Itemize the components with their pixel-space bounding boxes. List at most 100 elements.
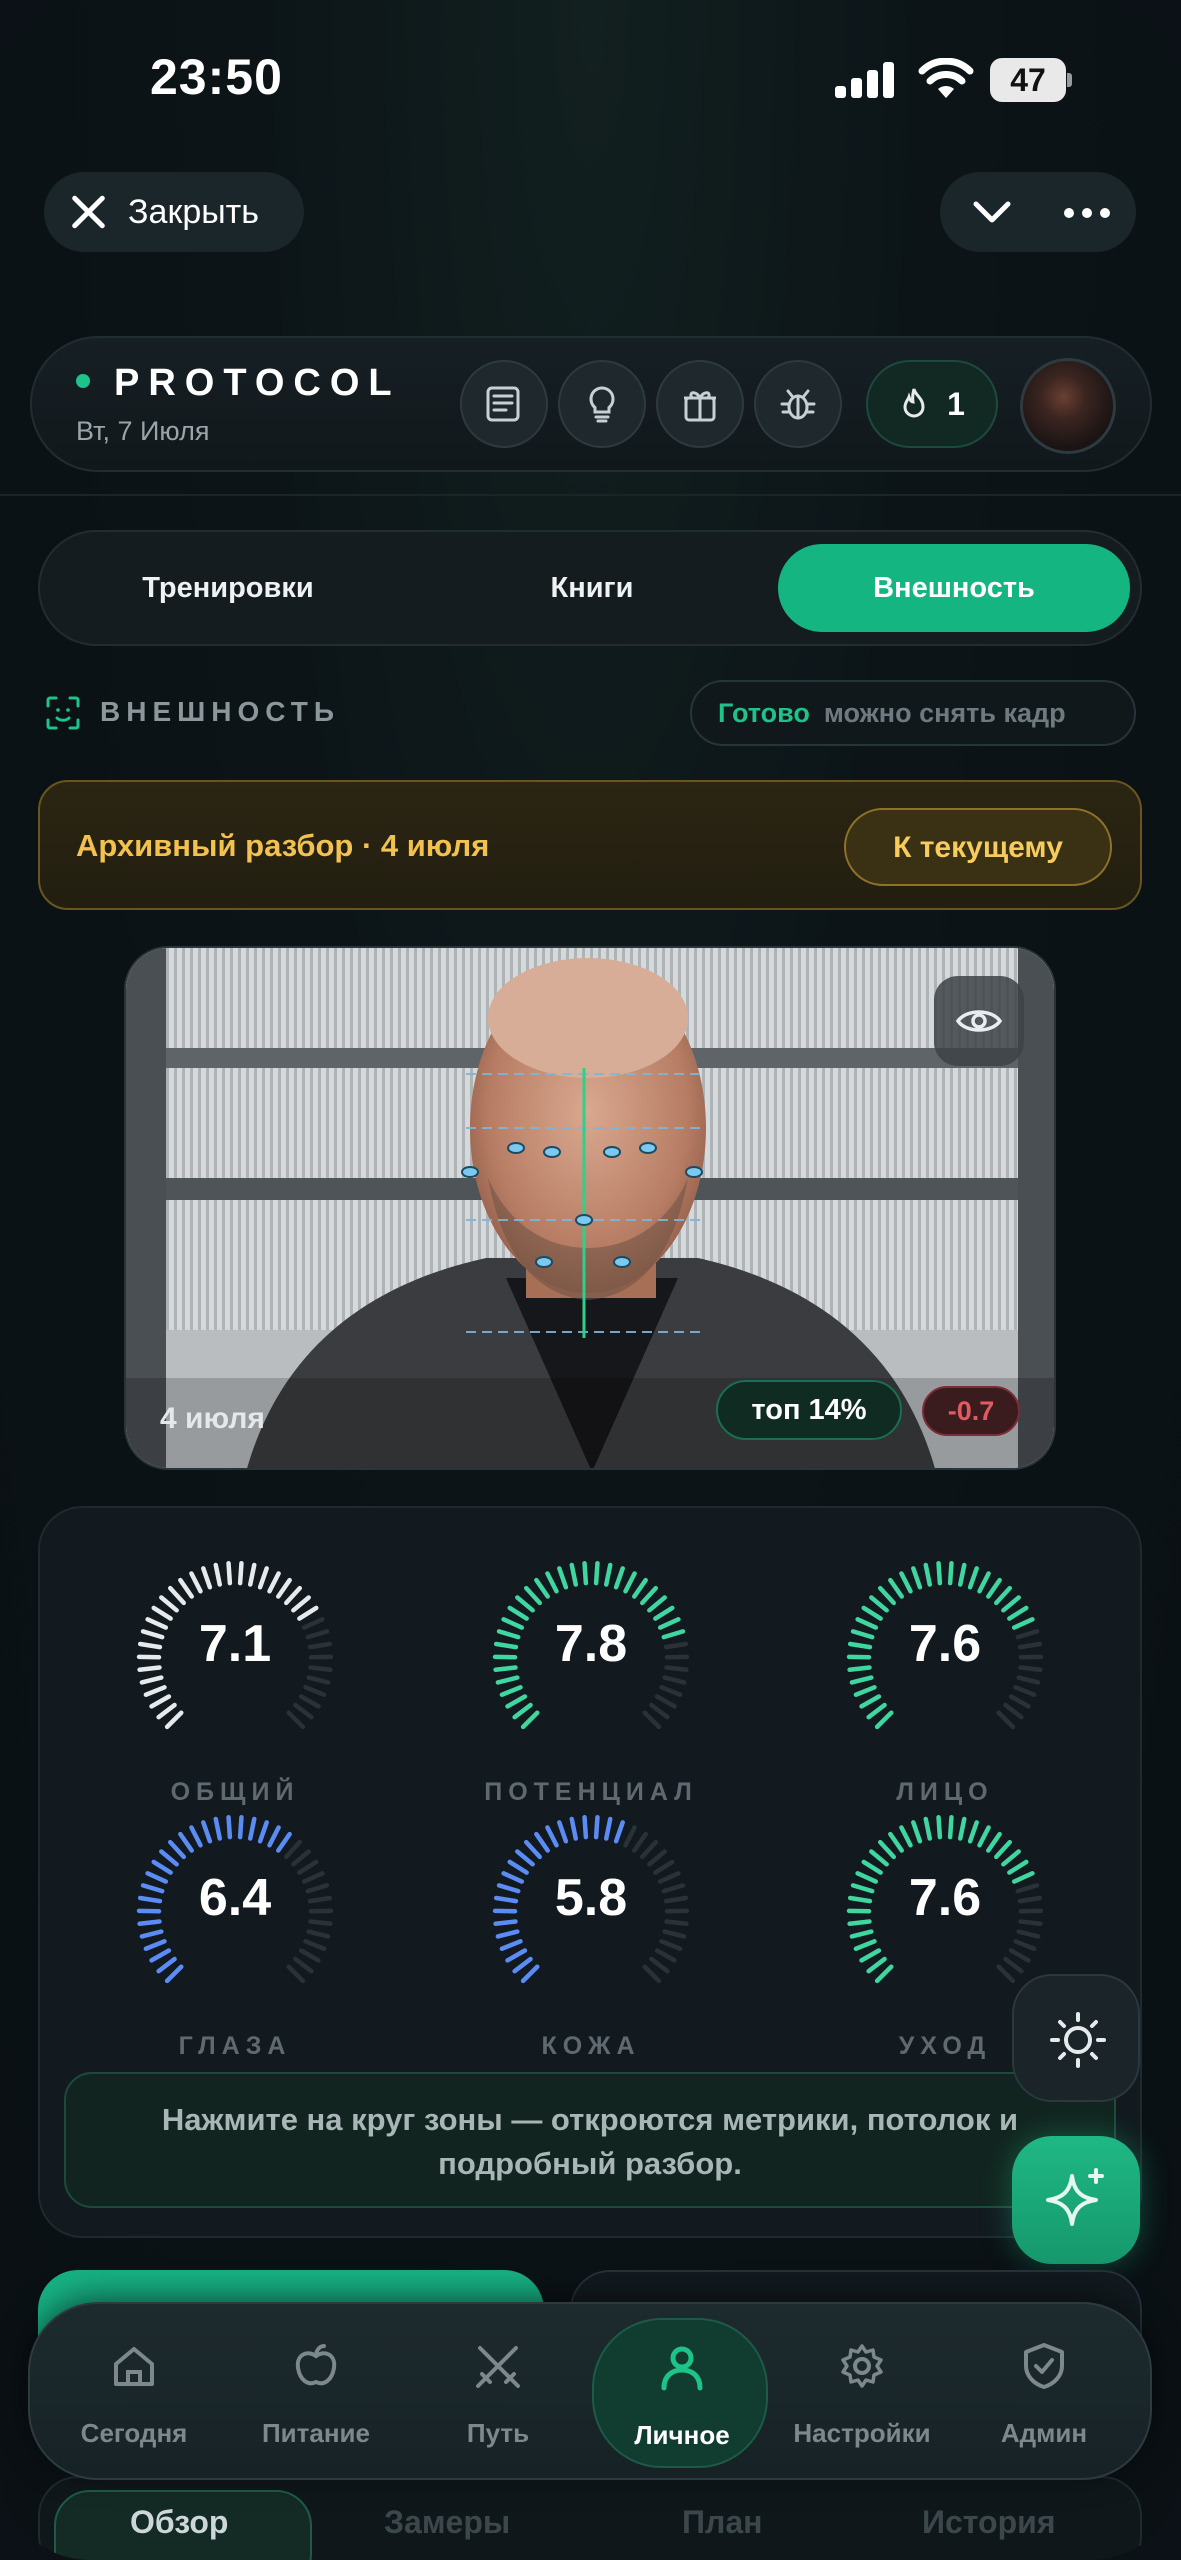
gauge-tick	[557, 1820, 569, 1844]
gauge-tick	[515, 1849, 535, 1867]
nav-path[interactable]: Путь	[410, 2318, 586, 2468]
gauge-face[interactable]: 7.6 ЛИЦО	[840, 1554, 1050, 1806]
gauge-tick	[957, 1816, 967, 1841]
gauge-tick	[888, 1577, 904, 1599]
gauge-tick	[911, 1820, 923, 1844]
gauge-tick	[994, 1585, 1013, 1606]
nav-label: Питание	[261, 2418, 370, 2448]
gauge-tick	[237, 1814, 244, 1840]
gauge-tick	[659, 1939, 683, 1951]
segment-history[interactable]: История	[922, 2504, 1055, 2541]
avatar[interactable]	[1020, 358, 1116, 454]
nav-today[interactable]: Сегодня	[46, 2318, 222, 2468]
gauge-tick	[247, 1816, 257, 1841]
gauge-tick	[866, 1702, 887, 1720]
ideas-button[interactable]	[558, 360, 646, 448]
shield-icon	[1024, 2343, 1064, 2389]
gauge-tick	[139, 1675, 164, 1685]
gauge-tick	[545, 1571, 559, 1594]
gauge-tick	[996, 1710, 1016, 1730]
person-icon	[661, 2346, 703, 2391]
nav-label: Путь	[466, 2418, 530, 2448]
gauge-tick	[505, 1948, 528, 1963]
gauge-tick	[593, 1560, 600, 1586]
gauge-tick	[623, 1571, 637, 1594]
gauge-tick	[303, 1939, 327, 1951]
gauge-tick	[143, 1685, 167, 1697]
gauge-tick	[201, 1566, 213, 1590]
ai-sparkle-button[interactable]	[1012, 2136, 1140, 2264]
chevron-down-icon[interactable]	[970, 194, 1014, 230]
segment-plan[interactable]: План	[682, 2504, 762, 2541]
gauge-tick	[1016, 1675, 1041, 1685]
gauge-tick	[534, 1831, 550, 1853]
gauge-tick	[640, 1839, 659, 1860]
gauge-tick	[284, 1839, 303, 1860]
nav-settings[interactable]: Настройки	[774, 2318, 950, 2468]
gauge-tick	[888, 1831, 904, 1853]
gauge-eyes[interactable]: 6.4 ГЛАЗА	[130, 1808, 340, 2060]
gauge-tick	[284, 1585, 303, 1606]
gauge-tick	[505, 1694, 528, 1709]
news-button[interactable]	[460, 360, 548, 448]
bug-report-button[interactable]	[754, 360, 842, 448]
gauge-value: 6.4	[198, 1869, 272, 1927]
face-photo[interactable]	[124, 946, 1056, 1470]
to-current-button[interactable]: К текущему	[844, 808, 1112, 886]
segment-measurements[interactable]: Замеры	[384, 2504, 510, 2541]
gauge-tick	[1013, 1939, 1037, 1951]
face-scan-icon	[46, 696, 80, 730]
nav-nutrition[interactable]: Питание	[228, 2318, 404, 2468]
gauge-tick	[247, 1562, 257, 1587]
nav-personal[interactable]: Личное	[592, 2318, 768, 2468]
gauge-tick	[167, 1839, 186, 1860]
gauge-tick	[276, 1831, 292, 1853]
toggle-overlay-button[interactable]	[934, 976, 1024, 1066]
gauge-tick	[613, 1820, 625, 1844]
streak-badge[interactable]: 1	[866, 360, 998, 448]
nav-admin[interactable]: Админ	[956, 2318, 1132, 2468]
hint-text: Нажмите на круг зоны — откроются метрики…	[64, 2072, 1116, 2208]
gauge-potential[interactable]: 7.8 ПОТЕНЦИАЛ	[484, 1554, 696, 1806]
close-button[interactable]: Закрыть	[44, 172, 304, 252]
gauge-skin[interactable]: 5.8 КОЖА	[486, 1808, 696, 2060]
gauge-value: 5.8	[554, 1869, 628, 1927]
gauge-tick	[303, 1685, 327, 1697]
gauge-tick	[647, 1849, 667, 1867]
gauge-tick	[967, 1566, 979, 1590]
tab-workouts[interactable]: Тренировки	[52, 544, 404, 632]
tab-appearance[interactable]: Внешность	[778, 544, 1130, 632]
menu-controls	[940, 172, 1136, 252]
gauge-tick	[849, 1929, 874, 1939]
brightness-button[interactable]	[1012, 1974, 1140, 2102]
gauge-tick	[582, 1814, 589, 1840]
gauge-tick	[267, 1825, 281, 1848]
gift-button[interactable]	[656, 360, 744, 448]
tab-books[interactable]: Книги	[416, 544, 768, 632]
gauge-value: 7.6	[908, 1615, 982, 1673]
gauge-tick	[139, 1929, 164, 1939]
gauge-tick	[877, 1585, 896, 1606]
gauge-overall[interactable]: 7.1 ОБЩИЙ	[130, 1554, 340, 1806]
segment-overview[interactable]: Обзор	[130, 2504, 228, 2541]
gauge-tick	[143, 1939, 167, 1951]
gauge-tick	[523, 1839, 542, 1860]
gauge-tick	[298, 1694, 321, 1709]
more-icon[interactable]	[1064, 208, 1110, 218]
gear-icon	[841, 2344, 883, 2388]
gauge-tick	[582, 1560, 589, 1586]
gauge-tick	[306, 1929, 331, 1939]
gauge-tick	[874, 1964, 894, 1984]
gauge-tick	[1008, 1694, 1031, 1709]
ready-status: Готово можно снять кадр	[690, 680, 1136, 746]
newspaper-icon	[486, 386, 520, 422]
gauge-tick	[853, 1939, 877, 1951]
gauge-tick	[649, 1956, 670, 1974]
gauge-tick	[877, 1839, 896, 1860]
gauge-tick	[298, 1948, 321, 1963]
gauge-tick	[201, 1820, 213, 1844]
gauge-tick	[569, 1562, 579, 1587]
gauge-tick	[647, 1595, 667, 1613]
gauge-tick	[569, 1816, 579, 1841]
gauge-tick	[306, 1675, 331, 1685]
